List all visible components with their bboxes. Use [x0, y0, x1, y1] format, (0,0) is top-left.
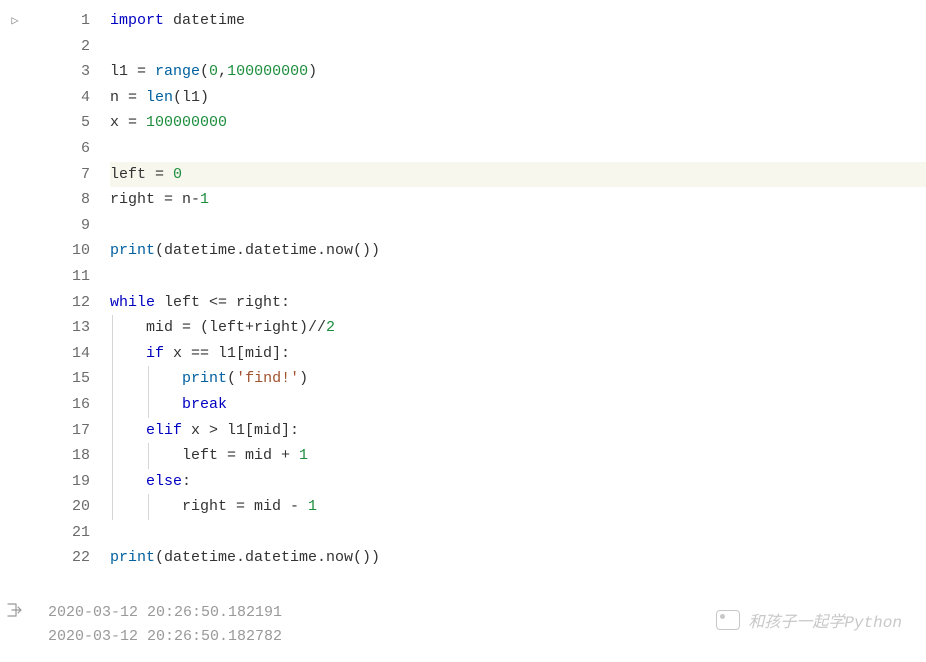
output-gutter-icon: [0, 601, 30, 649]
wechat-icon: [716, 610, 740, 630]
code-line[interactable]: else:: [110, 469, 926, 495]
code-line[interactable]: left = mid + 1: [110, 443, 926, 469]
code-line[interactable]: break: [110, 392, 926, 418]
code-area[interactable]: import datetime l1 = range(0,100000000)n …: [110, 8, 926, 571]
code-line[interactable]: [110, 520, 926, 546]
run-gutter: ▷: [0, 8, 30, 571]
code-line[interactable]: right = n-1: [110, 187, 926, 213]
code-line[interactable]: print('find!'): [110, 366, 926, 392]
code-line[interactable]: while left <= right:: [110, 290, 926, 316]
code-line[interactable]: left = 0: [110, 162, 926, 188]
code-line[interactable]: mid = (left+right)//2: [110, 315, 926, 341]
code-line[interactable]: print(datetime.datetime.now()): [110, 238, 926, 264]
code-line[interactable]: n = len(l1): [110, 85, 926, 111]
code-line[interactable]: [110, 264, 926, 290]
code-line[interactable]: l1 = range(0,100000000): [110, 59, 926, 85]
code-line[interactable]: [110, 136, 926, 162]
code-line[interactable]: print(datetime.datetime.now()): [110, 545, 926, 571]
code-line[interactable]: [110, 213, 926, 239]
line-number-gutter: 12345678910111213141516171819202122: [30, 8, 110, 571]
code-line[interactable]: right = mid - 1: [110, 494, 926, 520]
watermark: 和孩子一起学Python: [716, 608, 902, 632]
watermark-text: 和孩子一起学Python: [748, 608, 902, 632]
run-icon[interactable]: ▷: [11, 14, 18, 28]
code-line[interactable]: [110, 34, 926, 60]
code-line[interactable]: x = 100000000: [110, 110, 926, 136]
code-line[interactable]: import datetime: [110, 8, 926, 34]
code-line[interactable]: elif x > l1[mid]:: [110, 418, 926, 444]
code-editor[interactable]: ▷ 12345678910111213141516171819202122 im…: [0, 0, 926, 571]
code-line[interactable]: if x == l1[mid]:: [110, 341, 926, 367]
